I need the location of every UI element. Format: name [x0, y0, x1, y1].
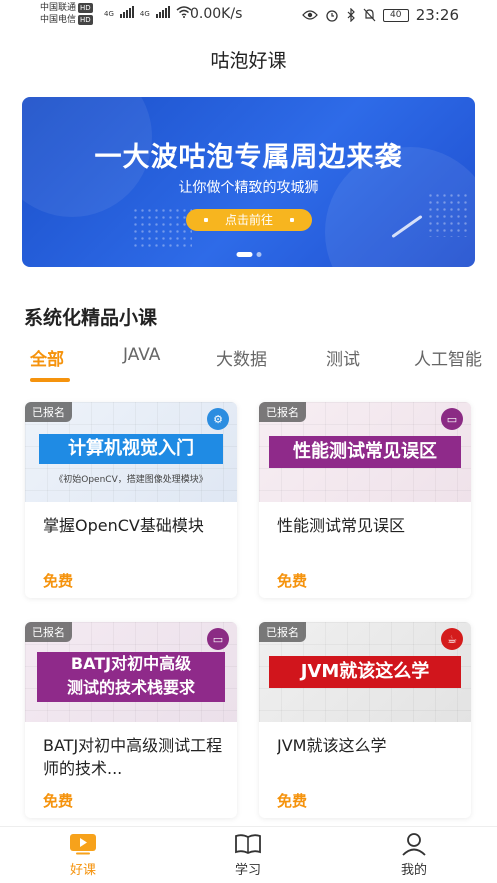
promo-banner[interactable]: 一大波咕泡专属周边来袭 让你做个精致的攻城狮 点击前往: [22, 97, 475, 267]
network-speed: 0.00K/s: [190, 6, 243, 22]
active-tab-indicator: [30, 378, 70, 382]
course-title: JVM就该这么学: [277, 736, 387, 755]
carrier-info: 中国联通 HD 中国电信 HD: [40, 2, 93, 26]
carrier2-label: 中国电信: [40, 15, 77, 25]
nav-item-study[interactable]: 学习: [208, 831, 288, 878]
thumbnail-title: JVM就该这么学: [269, 656, 461, 688]
course-price: 免费: [43, 572, 74, 590]
banner-headline: 一大波咕泡专属周边来袭: [94, 142, 403, 173]
signal-icons: 4G 4G: [104, 6, 192, 18]
course-price: 免费: [277, 572, 308, 590]
tab-java[interactable]: JAVA: [123, 345, 160, 365]
tab-ai[interactable]: 人工智能: [414, 345, 482, 370]
course-card[interactable]: 性能测试常见误区 ▭ 已报名 性能测试常见误区 免费: [259, 402, 471, 598]
indicator-dot-active: [236, 252, 252, 257]
alarm-icon: [326, 10, 338, 22]
section-title: 系统化精品小课: [24, 307, 158, 329]
monitor-icon: ▭: [207, 628, 229, 650]
signal-icon: [119, 6, 134, 18]
eye-icon: [301, 10, 318, 20]
hd-badge: HD: [78, 3, 93, 13]
thumbnail-title: 性能测试常见误区: [269, 436, 461, 468]
book-icon: [235, 834, 261, 855]
monitor-icon: ▭: [441, 408, 463, 430]
network-type-2: 4G: [139, 10, 150, 18]
course-card[interactable]: JVM就该这么学 ☕ 已报名 JVM就该这么学 免费: [259, 622, 471, 818]
enrolled-badge: 已报名: [259, 402, 306, 422]
course-card[interactable]: 计算机视觉入门 《初始OpenCV，搭建图像处理模块》 ⚙ 已报名 掌握Open…: [25, 402, 237, 598]
category-tabs: 全部 JAVA 大数据 测试 人工智能: [0, 345, 497, 385]
nav-label: 我的: [400, 863, 427, 878]
nav-item-courses[interactable]: 好课: [43, 831, 123, 878]
clock: 23:26: [415, 6, 459, 24]
thumbnail-title-line1: BATJ对初中高级: [70, 654, 192, 673]
nav-item-mine[interactable]: 我的: [374, 831, 454, 878]
network-type-1: 4G: [104, 10, 114, 18]
thumbnail-title-line2: 测试的技术栈要求: [66, 678, 195, 697]
battery-icon: 40: [382, 8, 409, 22]
play-icon: [70, 834, 96, 855]
course-title: 性能测试常见误区: [277, 516, 406, 535]
course-title: 掌握OpenCV基础模块: [43, 516, 204, 535]
tab-bigdata[interactable]: 大数据: [216, 345, 267, 370]
tab-testing[interactable]: 测试: [326, 345, 360, 370]
banner-subtitle: 让你做个精致的攻城狮: [178, 180, 319, 196]
banner-go-button[interactable]: 点击前往: [186, 209, 312, 231]
enrolled-badge: 已报名: [25, 622, 72, 642]
nav-label: 好课: [69, 863, 96, 878]
course-price: 免费: [277, 792, 308, 810]
banner-page-indicator: [236, 252, 261, 257]
thumbnail-title: BATJ对初中高级 测试的技术栈要求: [37, 652, 225, 702]
hd-badge: HD: [78, 15, 93, 25]
nav-label: 学习: [234, 863, 261, 878]
bluetooth-icon: [347, 8, 355, 22]
thumbnail-title: 计算机视觉入门: [39, 434, 223, 464]
indicator-dot: [256, 252, 261, 257]
course-card[interactable]: BATJ对初中高级 测试的技术栈要求 ▭ 已报名 BATJ对初中高级测试工程师的…: [25, 622, 237, 818]
page-title: 咕泡好课: [210, 50, 287, 72]
tab-all[interactable]: 全部: [30, 345, 64, 370]
course-price: 免费: [43, 792, 74, 810]
course-title: BATJ对初中高级测试工程师的技术...: [43, 736, 223, 778]
carrier1-label: 中国联通: [40, 3, 77, 13]
java-cup-icon: ☕: [441, 628, 463, 650]
thumbnail-caption: 《初始OpenCV，搭建图像处理模块》: [54, 475, 208, 485]
signal-icon: [155, 6, 170, 18]
enrolled-badge: 已报名: [25, 402, 72, 422]
user-icon: [402, 833, 426, 856]
bottom-nav: 好课 学习 我的: [0, 826, 497, 883]
status-bar: 中国联通 HD 中国电信 HD 4G 4G 0.00K/s 40 23:26: [0, 0, 497, 30]
status-right: 40 23:26: [301, 6, 459, 24]
brain-icon: ⚙: [207, 408, 229, 430]
enrolled-badge: 已报名: [259, 622, 306, 642]
mute-icon: [363, 8, 376, 22]
